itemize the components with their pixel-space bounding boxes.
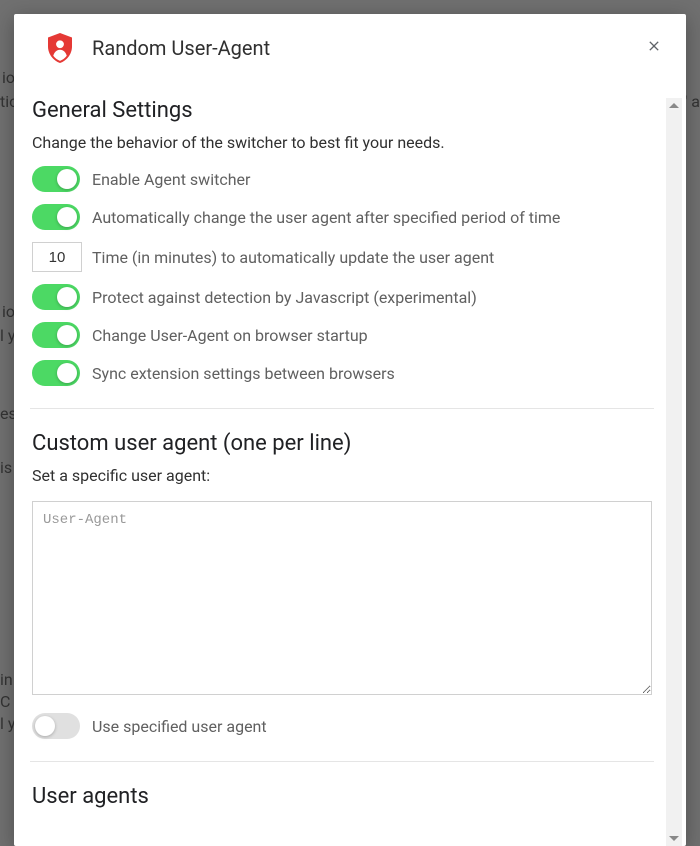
setting-protect-js: Protect against detection by Javascript … (32, 284, 652, 310)
user-agents-heading: User agents (32, 784, 652, 809)
shield-user-icon (42, 30, 78, 66)
label-enable-switcher: Enable Agent switcher (92, 170, 250, 189)
modal-title: Random User-Agent (92, 36, 270, 60)
user-agents-section: User agents (30, 784, 654, 809)
modal-body[interactable]: General Settings Change the behavior of … (30, 98, 666, 846)
modal-header: Random User-Agent (14, 14, 686, 98)
label-use-specified: Use specified user agent (92, 717, 267, 736)
outer-scrollbar[interactable] (666, 98, 682, 846)
bg-text: is (0, 456, 12, 480)
bg-text: in (0, 668, 13, 692)
bg-text: C (0, 690, 10, 714)
setting-auto-change: Automatically change the user agent afte… (32, 204, 652, 230)
close-button[interactable] (638, 30, 670, 62)
custom-ua-label: Set a specific user agent: (32, 466, 652, 485)
setting-change-startup: Change User-Agent on browser startup (32, 322, 652, 348)
settings-modal: Random User-Agent General Settings Chang… (14, 14, 686, 846)
close-icon (646, 38, 662, 54)
general-settings-section: General Settings Change the behavior of … (30, 98, 654, 386)
label-interval: Time (in minutes) to automatically updat… (92, 248, 494, 267)
label-auto-change: Automatically change the user agent afte… (92, 208, 560, 227)
label-protect-js: Protect against detection by Javascript … (92, 288, 477, 307)
setting-use-specified: Use specified user agent (32, 713, 652, 739)
custom-ua-section: Custom user agent (one per line) Set a s… (30, 431, 654, 739)
scroll-down-icon (669, 836, 679, 841)
toggle-sync[interactable] (32, 360, 80, 386)
general-description: Change the behavior of the switcher to b… (32, 133, 652, 152)
divider (30, 761, 654, 762)
setting-enable-switcher: Enable Agent switcher (32, 166, 652, 192)
general-heading: General Settings (32, 98, 652, 123)
label-change-startup: Change User-Agent on browser startup (92, 326, 368, 345)
setting-sync: Sync extension settings between browsers (32, 360, 652, 386)
custom-ua-textarea[interactable] (32, 501, 652, 695)
divider (30, 408, 654, 409)
setting-interval: Time (in minutes) to automatically updat… (32, 242, 652, 272)
toggle-change-startup[interactable] (32, 322, 80, 348)
custom-ua-heading: Custom user agent (one per line) (32, 431, 652, 456)
toggle-protect-js[interactable] (32, 284, 80, 310)
label-sync: Sync extension settings between browsers (92, 364, 395, 383)
toggle-auto-change[interactable] (32, 204, 80, 230)
toggle-use-specified[interactable] (32, 713, 80, 739)
toggle-enable-switcher[interactable] (32, 166, 80, 192)
scroll-up-icon (669, 103, 679, 108)
interval-input[interactable] (32, 242, 82, 272)
